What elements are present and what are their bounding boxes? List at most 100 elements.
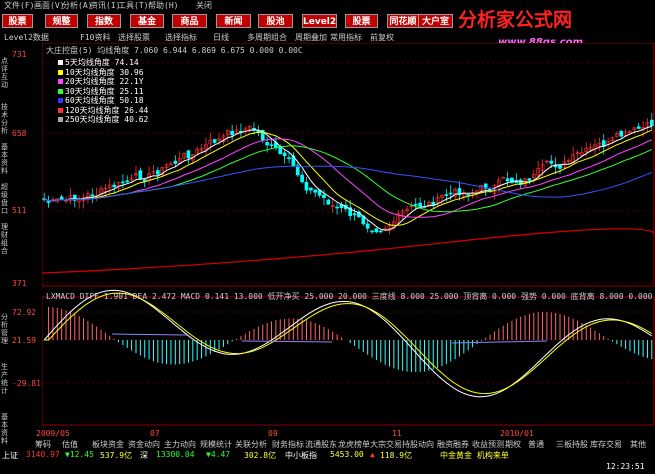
candle-body (413, 203, 418, 206)
legend-entry: 5天均线角度 74.14 (58, 58, 148, 68)
menu-item[interactable]: 分析(A) (62, 1, 92, 11)
sidebar-tab[interactable]: 生产统计 (1, 363, 11, 395)
candle-body (265, 142, 269, 146)
candle-body (466, 194, 471, 196)
brand-title: 分析家公式网 (458, 9, 573, 31)
candle-body (335, 206, 339, 209)
status-item: 13300.04 (156, 450, 195, 459)
date-label: 2009/05 (36, 429, 70, 438)
status-item: 上证 (2, 451, 18, 460)
status-item: 3140.97 (26, 450, 60, 459)
sidebar-tab[interactable]: 理财组合 (1, 223, 11, 255)
menu-item[interactable]: 工具(T) (118, 1, 148, 11)
candle-body (352, 213, 357, 216)
menu-item[interactable]: 画面(V) (34, 1, 64, 11)
menu-item[interactable]: 关闭 (196, 1, 212, 11)
ma-legend: 5天均线角度 74.14 10天均线角度 30.96 20天均线角度 22.1Y 30… (58, 58, 148, 125)
date-label: 09 (268, 429, 278, 438)
legend-entry: 30天均线角度 25.11 (58, 87, 148, 97)
status-item: 中金黄金 机构来单 (440, 451, 509, 460)
control-item[interactable]: F10资料 (80, 32, 110, 43)
candle-body (309, 187, 313, 191)
status-item: 302.8亿 (244, 451, 277, 460)
candle-body (514, 181, 519, 184)
y-tick-label: -29.81 (12, 379, 41, 388)
candle-body (295, 165, 300, 176)
bottom-tab-bar: 筹码 估值 板块资金 资金动向 主力动向 规模统计 关联分析 财务指标 流通股东 龙虎榜单 大宗交易… (0, 428, 655, 449)
y-tick-label: 731 (12, 50, 27, 59)
candle-body (322, 194, 326, 199)
legend-label: 120天均线角度 26.44 (65, 105, 149, 115)
control-item[interactable]: 选择指标 (165, 32, 197, 43)
candle-body (326, 199, 331, 205)
control-item[interactable]: 多周期组合 (247, 32, 287, 43)
date-label: 2010/01 (500, 429, 534, 438)
control-item[interactable]: 日线 (213, 32, 229, 43)
menu-item[interactable]: 资讯(I) (90, 1, 120, 11)
control-item[interactable]: 前复权 (370, 32, 394, 43)
status-item: ▲ (370, 450, 375, 459)
control-bar: Level2数据 F10资料 选择股票 选择指标 日线 多周期组合 周期叠加 常用指标 前复权 (0, 31, 440, 43)
toolbar-button[interactable]: 新闻 (216, 14, 251, 28)
toolbar-button[interactable]: 股票 (2, 14, 33, 28)
y-tick-label: 72.92 (12, 308, 37, 317)
candle-body (370, 230, 374, 233)
candle-body (121, 181, 125, 184)
menu-item[interactable]: 文件(F) (4, 1, 34, 11)
status-bar: 上证 3140.97 ▼12.45 537.9亿深 13300.04 ▼4.47 302.8… (0, 448, 655, 474)
candle-body (212, 139, 217, 143)
sidebar-tab[interactable]: 基本资料 (1, 143, 11, 175)
control-item[interactable]: 选择股票 (118, 32, 150, 43)
candle-body (282, 152, 287, 157)
legend-label: 60天均线角度 50.18 (65, 96, 144, 105)
status-item: 537.9亿 (100, 451, 133, 460)
date-label: 07 (150, 429, 160, 438)
candle-body (365, 223, 370, 229)
macd-header: LXMACD DIFF 1.901 DEA 2.472 MACD 0.141 1… (46, 292, 653, 301)
toolbar-button[interactable]: 股池 (258, 14, 293, 28)
candle-body (444, 194, 449, 196)
legend-swatch (58, 79, 63, 84)
toolbar-button[interactable]: 规整 (45, 14, 78, 28)
control-item[interactable]: 常用指标 (330, 32, 362, 43)
candle-body (418, 202, 422, 207)
toolbar-button[interactable]: Level2 (302, 14, 337, 28)
toolbar-button[interactable]: 股票 (345, 14, 378, 28)
date-label: 11 (392, 429, 402, 438)
candle-body (448, 192, 453, 195)
legend-entry: 250天均线角度 40.62 (58, 115, 148, 125)
toolbar-button[interactable]: 同花顺 (387, 14, 419, 28)
toolbar-button[interactable]: 基金 (130, 14, 164, 28)
candle-body (156, 170, 160, 175)
candle-body (112, 184, 116, 188)
candle-body (230, 130, 234, 136)
candle-body (558, 165, 562, 169)
y-tick-label: 511 (12, 206, 27, 215)
sidebar-tab[interactable]: 技术分析 (1, 103, 11, 135)
candle-body (138, 170, 143, 180)
legend-swatch (58, 98, 63, 103)
menu-item[interactable]: 帮助(H) (148, 1, 178, 11)
status-item: ▼12.45 (65, 450, 94, 459)
control-item[interactable]: Level2数据 (4, 32, 49, 43)
control-item[interactable]: 周期叠加 (295, 32, 327, 43)
status-item: 12:23:51 (606, 462, 645, 471)
sidebar-tab[interactable]: 分析管理 (1, 313, 11, 345)
legend-swatch (58, 60, 63, 65)
legend-swatch (58, 88, 63, 94)
sidebar-tab[interactable]: 超级盘口 (1, 183, 11, 215)
legend-entry: 20天均线角度 22.1Y (58, 77, 148, 87)
y-tick-label: 21.59 (12, 336, 37, 345)
candle-body (287, 157, 291, 159)
toolbar-button[interactable]: 商品 (172, 14, 207, 28)
legend-entry: 60天均线角度 50.18 (58, 96, 148, 106)
candle-body (549, 160, 554, 164)
candle-body (505, 178, 510, 182)
candle-body (269, 144, 274, 147)
status-item: 118.9亿 (380, 451, 413, 460)
sidebar-tab[interactable]: 点评互动 (1, 57, 11, 89)
y-axis-labels: 731 658 511 371 72.92 21.59 -29.81 (12, 43, 42, 428)
toolbar-button[interactable]: 大户室 (418, 14, 453, 28)
candle-body (378, 230, 383, 233)
toolbar-button[interactable]: 指数 (87, 14, 121, 28)
